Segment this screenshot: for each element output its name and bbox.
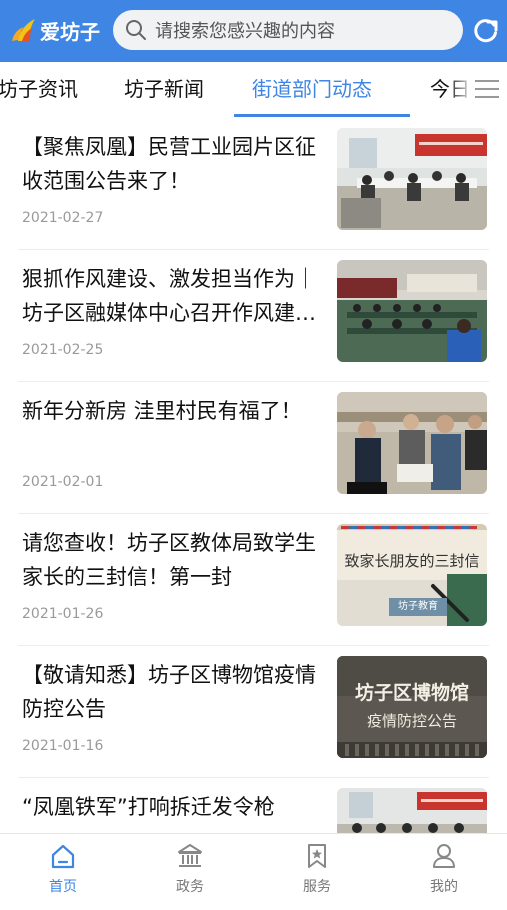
article-date: 2021-01-26 [22, 606, 104, 622]
refresh-icon[interactable] [472, 16, 500, 44]
nav-label: 首页 [49, 879, 77, 895]
nav-label: 服务 [303, 879, 331, 895]
thumbnail-badge: 坊子教育 [389, 598, 447, 616]
article-thumbnail[interactable] [337, 392, 487, 494]
app-name: 爱坊子 [40, 19, 100, 44]
app-header: 爱坊子 请搜索您感兴趣的内容 [0, 0, 507, 62]
user-icon [433, 844, 455, 868]
article-thumbnail[interactable]: 坊子区博物馆 疫情防控公告 [337, 656, 487, 758]
article-date: 2021-02-01 [22, 474, 104, 490]
article-thumbnail[interactable] [337, 128, 487, 230]
list-item[interactable]: 新年分新房 洼里村民有福了！ 2021-02-01 [0, 382, 507, 514]
article-thumbnail[interactable]: 致家长朋友的三封信 坊子教育 [337, 524, 487, 626]
nav-profile[interactable]: 我的 [381, 834, 507, 901]
article-title[interactable]: 【敬请知悉】坊子区博物馆疫情防控公告 [22, 658, 322, 726]
article-date: 2021-02-25 [22, 342, 104, 358]
thumbnail-caption: 坊子区博物馆 [354, 682, 469, 704]
search-icon [125, 19, 147, 41]
app-logo[interactable]: 爱坊子 [8, 12, 100, 48]
article-date: 2021-02-27 [22, 210, 104, 226]
government-building-icon [178, 844, 202, 867]
search-placeholder: 请搜索您感兴趣的内容 [155, 21, 335, 42]
article-title[interactable]: “凤凰铁军”打响拆迁发令枪 [22, 790, 322, 824]
active-tab-indicator [234, 114, 410, 117]
bottom-navigation: 首页 政务 服务 我的 [0, 833, 507, 901]
thumbnail-caption: 疫情防控公告 [366, 712, 457, 730]
thumbnail-caption: 致家长朋友的三封信 [344, 552, 480, 570]
nav-service[interactable]: 服务 [254, 834, 380, 901]
tab-fangzi-news[interactable]: 坊子新闻 [124, 74, 204, 104]
article-title[interactable]: 【聚焦凤凰】民营工业园片区征收范围公告来了！ [22, 130, 322, 198]
home-icon [51, 844, 75, 869]
bookmark-star-icon [308, 844, 326, 868]
hamburger-menu-icon[interactable] [474, 78, 500, 100]
article-title[interactable]: 请您查收！坊子区教体局致学生家长的三封信！第一封 [22, 526, 322, 594]
list-item[interactable]: 狠抓作风建设、激发担当作为｜坊子区融媒体中心召开作风建设会议 2021-02-2… [0, 250, 507, 382]
article-title[interactable]: 新年分新房 洼里村民有福了！ [22, 394, 322, 428]
list-item[interactable]: 【聚焦凤凰】民营工业园片区征收范围公告来了！ 2021-02-27 [0, 118, 507, 250]
search-bar[interactable]: 请搜索您感兴趣的内容 [113, 10, 463, 50]
category-tabs: 坊子资讯 坊子新闻 街道部门动态 今日 [0, 62, 507, 118]
list-item[interactable]: 【敬请知悉】坊子区博物馆疫情防控公告 2021-01-16 坊子区博物馆 疫情防… [0, 646, 507, 778]
logo-flame-icon [12, 19, 35, 41]
article-title[interactable]: 狠抓作风建设、激发担当作为｜坊子区融媒体中心召开作风建设会议 [22, 262, 322, 330]
tab-fangzi-info[interactable]: 坊子资讯 [0, 74, 78, 104]
article-date: 2021-01-16 [22, 738, 104, 754]
list-item[interactable]: 请您查收！坊子区教体局致学生家长的三封信！第一封 2021-01-26 致家长朋… [0, 514, 507, 646]
nav-government[interactable]: 政务 [127, 834, 253, 901]
nav-home[interactable]: 首页 [0, 834, 126, 901]
nav-label: 政务 [176, 879, 204, 895]
nav-label: 我的 [430, 879, 458, 895]
article-thumbnail[interactable] [337, 260, 487, 362]
tab-street-department-news[interactable]: 街道部门动态 [252, 74, 372, 104]
